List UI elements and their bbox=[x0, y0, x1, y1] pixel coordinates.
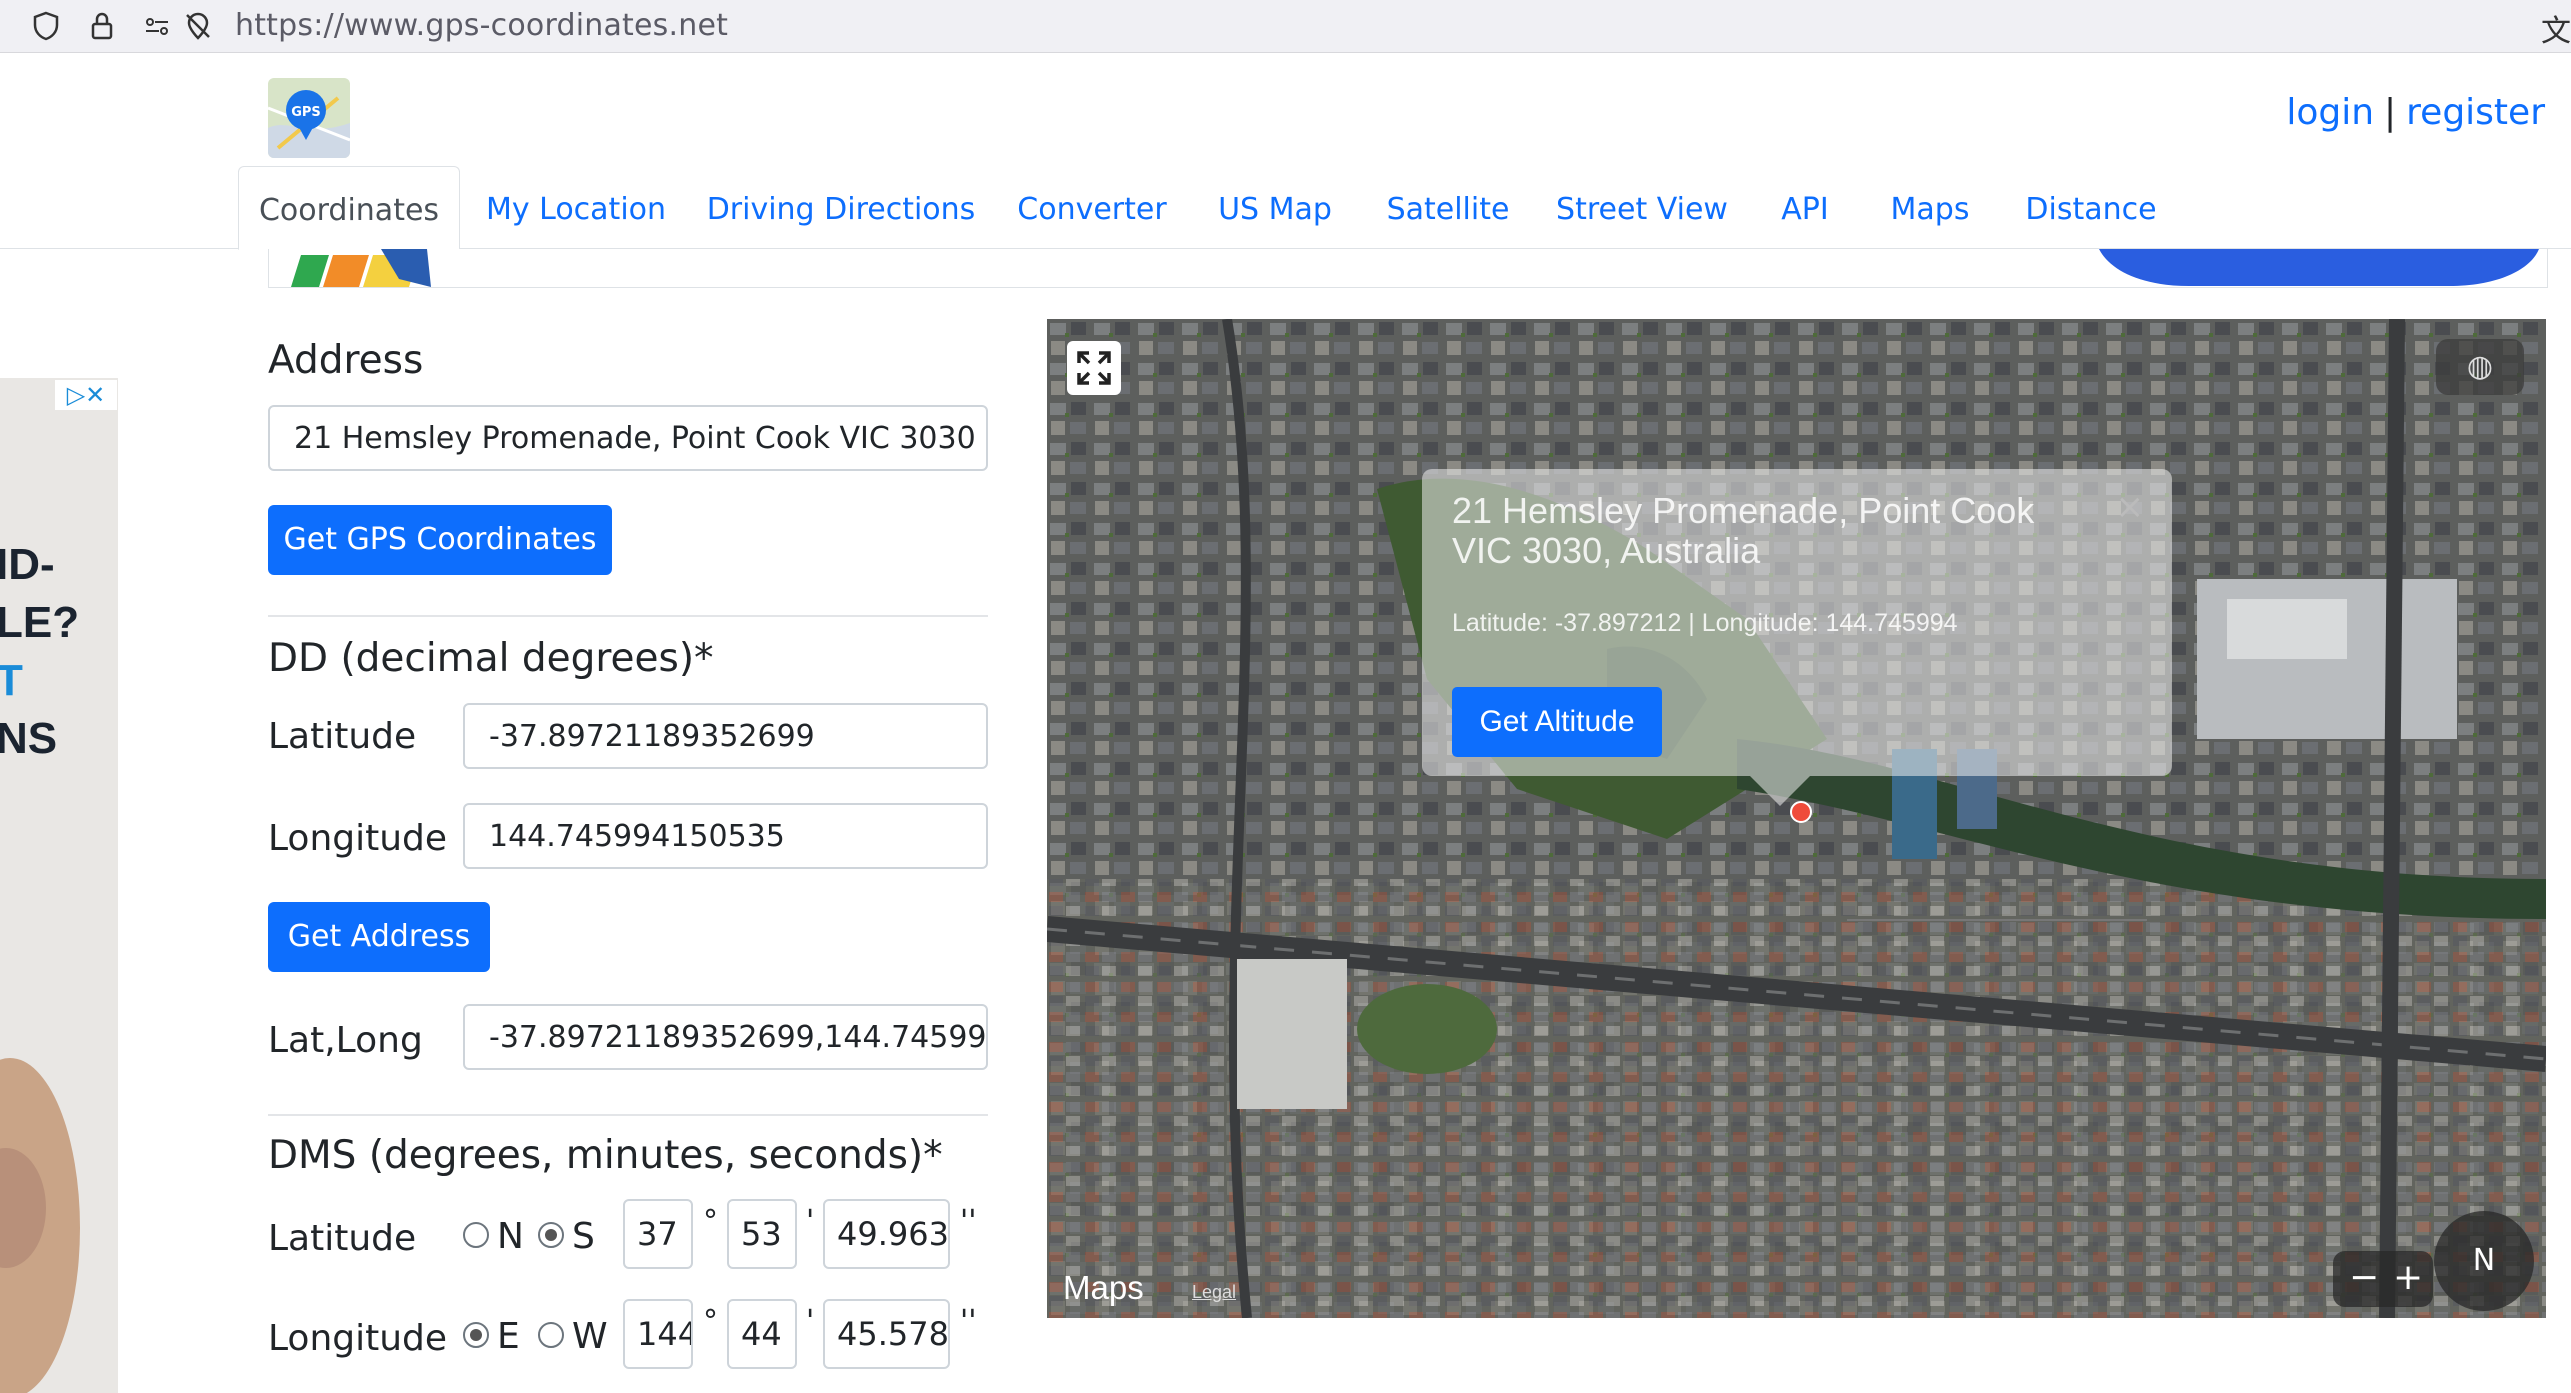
latlong-label: Lat,Long bbox=[268, 1020, 423, 1061]
tab-satellite[interactable]: Satellite bbox=[1380, 166, 1516, 248]
expand-map-button[interactable] bbox=[1067, 341, 1121, 395]
auth-separator: | bbox=[2384, 92, 2397, 133]
minute-symbol: ' bbox=[806, 1204, 815, 1239]
side-ad[interactable]: ▷✕ ID- LE? T NS bbox=[0, 378, 118, 1393]
degree-symbol: ° bbox=[703, 1304, 718, 1339]
tab-api[interactable]: API bbox=[1768, 166, 1842, 248]
popup-coordinates: Latitude: -37.897212 | Longitude: 144.74… bbox=[1452, 609, 1958, 637]
permissions-icon[interactable] bbox=[142, 10, 174, 42]
tab-distance[interactable]: Distance bbox=[2018, 166, 2164, 248]
address-heading: Address bbox=[268, 338, 424, 383]
ad-text-line: LE? bbox=[0, 598, 80, 647]
minute-symbol: ' bbox=[806, 1304, 815, 1339]
tab-my-location[interactable]: My Location bbox=[480, 166, 672, 248]
compass-north-label: N bbox=[2472, 1243, 2496, 1278]
dms-longitude-label: Longitude bbox=[268, 1318, 448, 1359]
tracking-protection-icon[interactable] bbox=[182, 10, 214, 42]
map-info-popup: 21 Hemsley Promenade, Point Cook VIC 303… bbox=[1422, 469, 2172, 776]
dd-longitude-label: Longitude bbox=[268, 818, 448, 859]
radio-north-label: N bbox=[497, 1216, 524, 1257]
maps-logo-text: Maps bbox=[1063, 1269, 1144, 1306]
second-symbol: '' bbox=[960, 1204, 977, 1239]
dms-lat-minutes-input[interactable]: 53 bbox=[727, 1199, 797, 1269]
satellite-map[interactable]: ◍ 21 Hemsley Promenade, Point Cook VIC 3… bbox=[1047, 319, 2546, 1318]
dms-lon-degrees-input[interactable]: 144 bbox=[623, 1299, 693, 1369]
divider bbox=[268, 1114, 988, 1116]
ad-graphic bbox=[291, 249, 2539, 287]
tab-driving-directions[interactable]: Driving Directions bbox=[704, 166, 978, 248]
gps-logo-icon: GPS bbox=[268, 78, 350, 158]
main-nav: Coordinates My Location Driving Directio… bbox=[0, 166, 2571, 250]
svg-text:GPS: GPS bbox=[291, 105, 321, 120]
zoom-control: − + bbox=[2333, 1251, 2433, 1307]
tab-street-view[interactable]: Street View bbox=[1556, 166, 1728, 248]
compass-icon[interactable]: N bbox=[2434, 1211, 2534, 1311]
globe-icon[interactable]: ◍ bbox=[2436, 339, 2524, 395]
tab-converter[interactable]: Converter bbox=[1012, 166, 1172, 248]
browser-url-bar: https://www.gps-coordinates.net 文 bbox=[0, 0, 2571, 53]
get-gps-coordinates-button[interactable]: Get GPS Coordinates bbox=[268, 505, 612, 575]
shield-icon[interactable] bbox=[30, 10, 62, 42]
legal-link[interactable]: Legal bbox=[1192, 1282, 1236, 1303]
ad-close-icon[interactable]: ▷✕ bbox=[55, 380, 117, 410]
get-address-button[interactable]: Get Address bbox=[268, 902, 490, 972]
top-ad-banner[interactable] bbox=[268, 249, 2548, 288]
tab-coordinates[interactable]: Coordinates bbox=[238, 166, 460, 250]
latlong-input[interactable]: -37.89721189352699,144.745994150535 bbox=[463, 1004, 988, 1070]
radio-west[interactable] bbox=[538, 1322, 564, 1348]
radio-east[interactable] bbox=[463, 1322, 489, 1348]
tab-maps[interactable]: Maps bbox=[1880, 166, 1980, 248]
tab-us-map[interactable]: US Map bbox=[1210, 166, 1340, 248]
location-pin-icon[interactable] bbox=[1790, 801, 1812, 823]
dd-latitude-input[interactable]: -37.89721189352699 bbox=[463, 703, 988, 769]
auth-links: login | register bbox=[2286, 92, 2545, 133]
get-altitude-button[interactable]: Get Altitude bbox=[1452, 687, 1662, 757]
zoom-in-button[interactable]: + bbox=[2393, 1251, 2423, 1305]
apple-maps-logo: Maps bbox=[1063, 1269, 1144, 1307]
radio-south[interactable] bbox=[538, 1222, 564, 1248]
expand-icon bbox=[1077, 351, 1111, 385]
translate-icon[interactable]: 文 bbox=[2541, 6, 2571, 50]
ad-text-line: T bbox=[0, 656, 23, 705]
dd-latitude-label: Latitude bbox=[268, 716, 417, 757]
dms-lat-seconds-input[interactable]: 49.963 bbox=[823, 1199, 950, 1269]
ad-text-line: NS bbox=[0, 714, 58, 763]
lock-icon[interactable] bbox=[86, 10, 118, 42]
divider bbox=[268, 615, 988, 617]
address-input[interactable]: 21 Hemsley Promenade, Point Cook VIC 303… bbox=[268, 405, 988, 471]
register-link[interactable]: register bbox=[2406, 92, 2545, 133]
login-link[interactable]: login bbox=[2286, 92, 2374, 133]
dms-lon-minutes-input[interactable]: 44 bbox=[727, 1299, 797, 1369]
degree-symbol: ° bbox=[703, 1204, 718, 1239]
radio-south-label: S bbox=[572, 1216, 595, 1257]
ad-person-image bbox=[0, 1058, 80, 1393]
dms-heading: DMS (degrees, minutes, seconds)* bbox=[268, 1133, 943, 1178]
dms-lon-seconds-input[interactable]: 45.578 bbox=[823, 1299, 950, 1369]
dms-latitude-label: Latitude bbox=[268, 1218, 417, 1259]
ad-text-line: ID- bbox=[0, 540, 55, 589]
radio-north[interactable] bbox=[463, 1222, 489, 1248]
dd-heading: DD (decimal degrees)* bbox=[268, 636, 714, 681]
radio-east-label: E bbox=[497, 1316, 520, 1357]
dms-lat-degrees-input[interactable]: 37 bbox=[623, 1199, 693, 1269]
second-symbol: '' bbox=[960, 1304, 977, 1339]
url-text[interactable]: https://www.gps-coordinates.net bbox=[235, 8, 728, 43]
site-logo[interactable]: GPS bbox=[268, 78, 350, 158]
close-icon[interactable]: × bbox=[2116, 487, 2145, 527]
radio-west-label: W bbox=[572, 1316, 608, 1357]
zoom-out-button[interactable]: − bbox=[2349, 1251, 2379, 1305]
dd-longitude-input[interactable]: 144.745994150535 bbox=[463, 803, 988, 869]
popup-address: 21 Hemsley Promenade, Point Cook VIC 303… bbox=[1452, 490, 2035, 571]
